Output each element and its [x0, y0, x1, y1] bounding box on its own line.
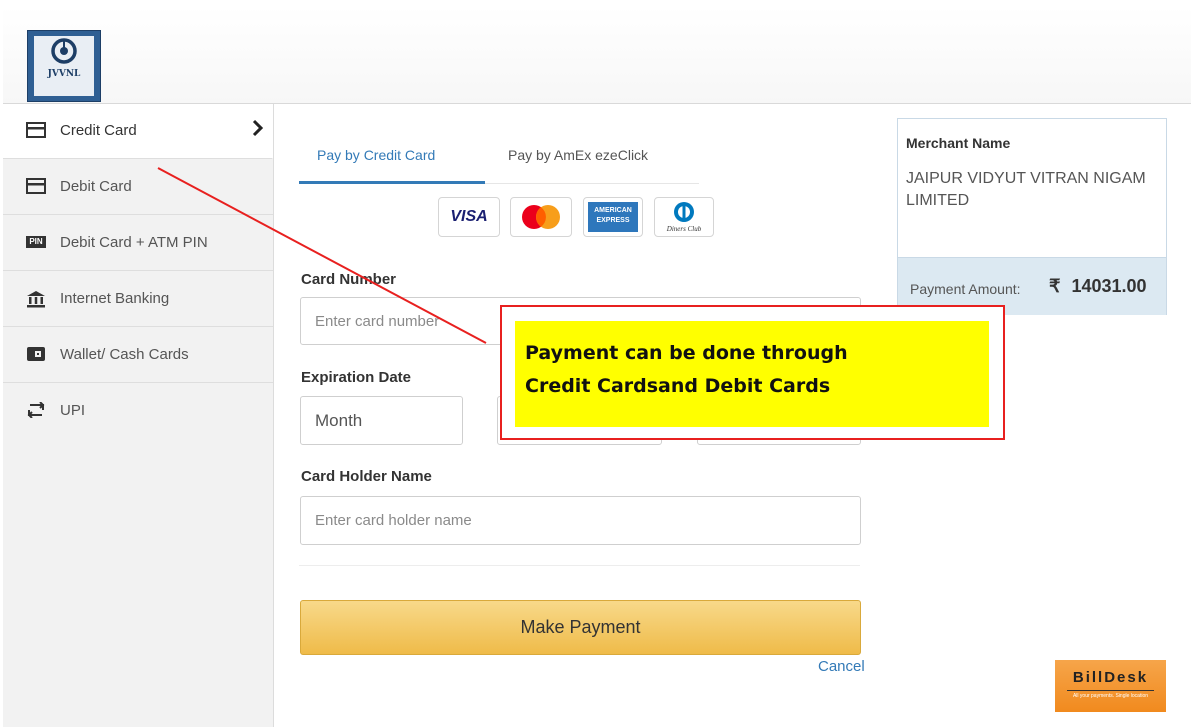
expiration-date-label: Expiration Date — [301, 369, 412, 386]
logo-text: JVVNL — [47, 69, 81, 79]
card-holder-name-label: Card Holder Name — [301, 468, 432, 485]
payment-page: JVVNL Credit Card Debit Card PIN Debit C… — [0, 0, 1191, 727]
sidebar-item-label: Wallet/ Cash Cards — [60, 346, 189, 363]
chevron-right-icon — [252, 119, 264, 137]
debit-card-icon — [26, 178, 46, 194]
header-bar: JVVNL — [3, 6, 1191, 104]
rupee-icon: ₹ — [1049, 276, 1061, 296]
tab-pay-by-credit-card[interactable]: Pay by Credit Card — [317, 147, 435, 163]
jvvnl-emblem-icon — [51, 38, 77, 64]
sidebar-item-label: UPI — [60, 402, 86, 419]
sidebar-item-internet-banking[interactable]: Internet Banking — [3, 272, 273, 327]
merchant-panel: Merchant Name JAIPUR VIDYUT VITRAN NIGAM… — [897, 118, 1167, 315]
sidebar-item-wallet[interactable]: Wallet/ Cash Cards — [3, 328, 273, 383]
pin-icon: PIN — [26, 236, 46, 248]
billdesk-logo: BillDesk All your payments. Single locat… — [1055, 660, 1166, 712]
mastercard-logo — [510, 197, 572, 237]
diners-club-icon — [674, 202, 694, 222]
card-number-label: Card Number — [301, 271, 397, 288]
upi-icon — [27, 402, 45, 418]
visa-logo: VISA — [438, 197, 500, 237]
month-select-value: Month — [315, 411, 363, 430]
sidebar-item-label: Debit Card + ATM PIN — [60, 234, 208, 251]
merchant-name-value: JAIPUR VIDYUT VITRAN NIGAM LIMITED — [906, 170, 1146, 209]
diners-club-logo: Diners Club — [654, 197, 714, 237]
card-holder-name-input[interactable] — [300, 496, 861, 545]
wallet-icon — [27, 347, 45, 361]
payment-amount-value: ₹ 14031.00 — [1049, 276, 1147, 296]
sidebar-item-debit-card[interactable]: Debit Card — [3, 160, 273, 215]
sidebar-item-label: Credit Card — [60, 122, 137, 139]
make-payment-button[interactable]: Make Payment — [300, 600, 861, 655]
billdesk-brand: BillDesk — [1072, 669, 1149, 686]
bank-icon — [27, 291, 45, 308]
merchant-name-title: Merchant Name — [906, 135, 1011, 151]
form-divider — [299, 565, 860, 566]
jvvnl-logo: JVVNL — [27, 30, 101, 102]
cancel-link[interactable]: Cancel — [818, 658, 865, 675]
payment-method-sidebar: Credit Card Debit Card PIN Debit Card + … — [3, 104, 274, 727]
sidebar-item-label: Debit Card — [60, 178, 132, 195]
sidebar-item-credit-card[interactable]: Credit Card — [3, 104, 273, 159]
sidebar-item-upi[interactable]: UPI — [3, 384, 273, 439]
payment-amount-label: Payment Amount: — [910, 281, 1021, 297]
expiration-month-select[interactable]: Month — [300, 396, 463, 445]
tab-pay-by-amex-ezeclick[interactable]: Pay by AmEx ezeClick — [508, 147, 648, 163]
active-tab-indicator — [299, 181, 485, 184]
billdesk-tagline: All your payments. Single location — [1072, 693, 1149, 699]
amex-logo: AMERICAN EXPRESS — [583, 197, 643, 237]
annotation-callout: Payment can be done through Credit Cards… — [500, 305, 1005, 440]
mastercard-icon — [522, 205, 560, 229]
annotation-text: Payment can be done through Credit Cards… — [525, 342, 848, 397]
credit-card-icon — [26, 122, 46, 138]
sidebar-item-debit-atm-pin[interactable]: PIN Debit Card + ATM PIN — [3, 216, 273, 271]
sidebar-item-label: Internet Banking — [60, 290, 170, 307]
